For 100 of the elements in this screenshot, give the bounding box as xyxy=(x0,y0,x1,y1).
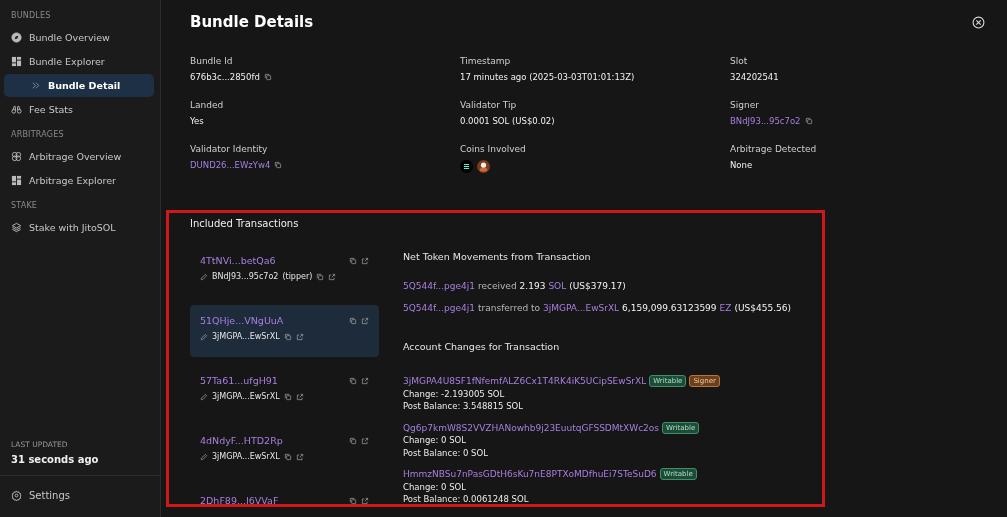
external-link-icon[interactable] xyxy=(295,392,304,401)
address-link[interactable]: SOL xyxy=(548,281,567,291)
copy-icon[interactable] xyxy=(349,316,357,325)
address-link[interactable]: HmmzNBSu7nPasGDtH6sKu7nE8PTXoMDfhuEi7STeSuD6 xyxy=(403,468,657,481)
balance-change: Change: 0 SOL xyxy=(403,434,468,447)
nav-item[interactable]: Bundle Detail xyxy=(4,74,154,97)
transaction-link[interactable]: 2DhF89...J6VVaF xyxy=(200,495,279,506)
copy-icon[interactable] xyxy=(349,256,357,265)
pencil-icon xyxy=(200,392,208,401)
transaction-item[interactable]: 4TtNVi...betQa6 BNdJ93...95c7o2 (tipper) xyxy=(190,245,379,297)
pencil-icon xyxy=(200,272,208,281)
nav-item[interactable]: Arbitrage Overview xyxy=(4,145,154,168)
nav-item[interactable]: Stake with JitoSOL xyxy=(4,216,154,239)
signer-address: 3jMGPA...EwSrXL xyxy=(212,332,280,341)
copy-icon[interactable] xyxy=(316,272,325,281)
section-title: Net Token Movements from Transaction xyxy=(403,251,592,262)
field-value: Yes xyxy=(190,115,204,126)
coin-icon xyxy=(477,159,490,173)
field-label: Landed xyxy=(190,100,225,110)
dashboard-icon xyxy=(11,175,22,186)
field-label: Validator Tip xyxy=(460,100,518,110)
close-icon[interactable] xyxy=(972,15,985,29)
amount-text: 6,159,099.63123599 xyxy=(622,303,717,313)
copy-icon[interactable] xyxy=(283,332,292,341)
section-title: Account Changes for Transaction xyxy=(403,341,561,352)
nav-item[interactable]: Bundle Overview xyxy=(4,26,154,49)
external-link-icon[interactable] xyxy=(361,436,369,445)
settings-icon xyxy=(11,490,22,501)
copy-icon[interactable] xyxy=(349,436,357,445)
transaction-link[interactable]: 57Ta61...ufgH91 xyxy=(200,375,278,386)
last-updated-value: 31 seconds ago xyxy=(11,454,100,465)
address-link[interactable]: 5Q544f...pge4j1 xyxy=(403,303,475,313)
pencil-icon xyxy=(200,332,208,341)
address-link[interactable]: EZ xyxy=(719,303,732,313)
balance-change: Change: 0 SOL xyxy=(403,480,468,493)
field-value: 17 minutes ago (2025-03-03T01:01:13Z) xyxy=(460,71,635,82)
address-link[interactable]: Qg6p7kmW8S2VVZHANowhb9j23EuutqGFSSDMtXWc2os xyxy=(403,421,660,434)
transaction-item[interactable]: 2DhF89...J6VVaF xyxy=(190,485,379,517)
movement-text: transferred to xyxy=(478,303,541,313)
field-label: Bundle Id xyxy=(190,56,234,66)
external-link-icon[interactable] xyxy=(361,376,369,385)
field-value: 324202541 xyxy=(730,71,779,82)
address-link[interactable]: 3jMGPA4U8SF1fNfemfALZ6Cx1T4RK4iK5UCipSEwSrXL xyxy=(403,375,647,388)
pencil-icon xyxy=(200,452,208,461)
address-link[interactable]: 5Q544f...pge4j1 xyxy=(403,281,475,291)
field-value: None xyxy=(730,159,753,170)
field-label: Arbitrage Detected xyxy=(730,144,818,154)
circles-icon xyxy=(11,151,22,162)
coin-icon xyxy=(460,159,473,173)
transaction-link[interactable]: 4dNdyF...HTD2Rp xyxy=(200,435,283,446)
compass-icon xyxy=(11,32,22,43)
signer-address: 3jMGPA...EwSrXL xyxy=(212,392,280,401)
field-value: 676b3c...2850fd xyxy=(190,71,260,82)
copy-icon[interactable] xyxy=(274,160,283,169)
copy-icon[interactable] xyxy=(283,452,292,461)
transaction-link[interactable]: 4TtNVi...betQa6 xyxy=(200,255,276,266)
signer-address: 3jMGPA...EwSrXL xyxy=(212,452,280,461)
external-link-icon[interactable] xyxy=(361,256,369,265)
nav-item[interactable]: Arbitrage Explorer xyxy=(4,169,154,192)
nav-item[interactable]: Bundle Explorer xyxy=(4,50,154,73)
page-title: Bundle Details xyxy=(190,13,314,31)
external-link-icon[interactable] xyxy=(328,272,337,281)
address-link[interactable]: BNdJ93...95c7o2 xyxy=(730,115,801,126)
copy-icon[interactable] xyxy=(263,72,272,81)
copy-icon[interactable] xyxy=(283,392,292,401)
dashboard-icon xyxy=(11,56,22,67)
address-link[interactable]: 3jMGPA...EwSrXL xyxy=(543,303,620,313)
external-link-icon[interactable] xyxy=(295,452,304,461)
nav-item[interactable]: Fee Stats xyxy=(4,98,154,121)
post-balance: Post Balance: 0.0061248 SOL xyxy=(403,493,530,506)
external-link-icon[interactable] xyxy=(361,496,369,505)
amount-text: (US$379.17) xyxy=(569,281,626,291)
movement-text: received xyxy=(478,281,517,291)
address-link[interactable]: DUND26...EWzYw4 xyxy=(190,159,271,170)
amount-text: 2.193 xyxy=(519,281,546,291)
copy-icon[interactable] xyxy=(349,496,357,505)
post-balance: Post Balance: 0 SOL xyxy=(403,446,489,459)
field-label: Validator Identity xyxy=(190,144,269,154)
field-label: Slot xyxy=(730,56,749,66)
balance-change: Change: -2.193005 SOL xyxy=(403,387,506,400)
external-link-icon[interactable] xyxy=(295,332,304,341)
transaction-item[interactable]: 4dNdyF...HTD2Rp 3jMGPA...EwSrXL xyxy=(190,425,379,477)
settings-item[interactable]: Settings xyxy=(0,476,160,517)
copy-icon[interactable] xyxy=(349,376,357,385)
signer-note: (tipper) xyxy=(282,272,313,281)
transaction-item[interactable]: 57Ta61...ufgH91 3jMGPA...EwSrXL xyxy=(190,365,379,417)
transaction-link[interactable]: 51QHje...VNgUuA xyxy=(200,315,284,326)
copy-icon[interactable] xyxy=(804,116,813,125)
section-heading: STAKE xyxy=(10,201,39,210)
field-label: Coins Involved xyxy=(460,144,527,154)
field-label: Timestamp xyxy=(460,56,512,66)
post-balance: Post Balance: 3.548815 SOL xyxy=(403,400,525,413)
transaction-item[interactable]: 51QHje...VNgUuA 3jMGPA...EwSrXL xyxy=(190,305,379,357)
section-title: Included Transactions xyxy=(190,218,300,229)
field-value: 0.0001 SOL (US$0.02) xyxy=(460,115,555,126)
external-link-icon[interactable] xyxy=(361,316,369,325)
section-heading: ARBITRAGES xyxy=(10,130,65,139)
signer-address: BNdJ93...95c7o2 xyxy=(212,272,279,281)
amount-text: (US$455.56) xyxy=(734,303,791,313)
chevrons-icon xyxy=(30,80,41,91)
